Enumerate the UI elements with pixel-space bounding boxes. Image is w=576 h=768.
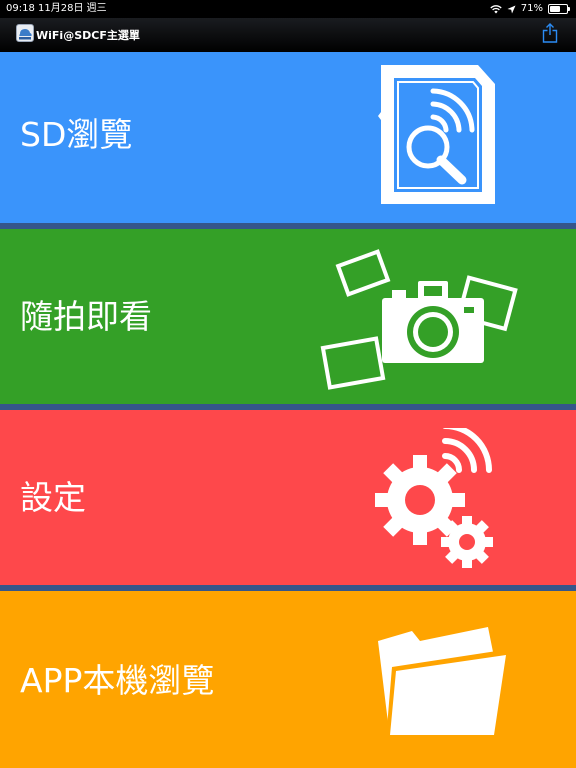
wireless-gears-icon — [375, 423, 500, 572]
share-button[interactable] — [538, 22, 562, 48]
menu-tile-shoot-and-view[interactable]: 隨拍即看 — [0, 229, 576, 404]
status-bar: 09:18 11月28日 週三 71% — [0, 0, 576, 18]
battery-icon — [548, 4, 570, 14]
sd-card-search-icon — [378, 62, 498, 211]
menu-tile-settings[interactable]: 設定 — [0, 410, 576, 585]
battery-percent: 71% — [520, 3, 543, 14]
status-indicators: 71% — [490, 0, 570, 18]
battery-fill — [550, 6, 560, 12]
tile-label: 隨拍即看 — [20, 297, 152, 336]
status-date: 11月28日 週三 — [38, 3, 107, 14]
camera-photos-icon — [318, 243, 528, 397]
tile-label: APP本機瀏覽 — [20, 661, 215, 700]
tile-label: 設定 — [20, 478, 86, 517]
menu-tile-app-local-browse[interactable]: APP本機瀏覽 — [0, 591, 576, 768]
tile-label: SD瀏覽 — [20, 115, 133, 154]
title-bar: WiFi@SDCF主選單 — [0, 18, 576, 52]
share-icon — [542, 23, 558, 47]
menu-tile-sd-browse[interactable]: SD瀏覽 — [0, 52, 576, 223]
folder-icon — [370, 627, 515, 746]
location-arrow-icon — [507, 5, 516, 14]
app-logo-icon — [16, 24, 34, 42]
wifi-icon — [490, 4, 502, 14]
app-title: WiFi@SDCF主選單 — [36, 29, 140, 42]
status-time: 09:18 — [6, 3, 35, 14]
